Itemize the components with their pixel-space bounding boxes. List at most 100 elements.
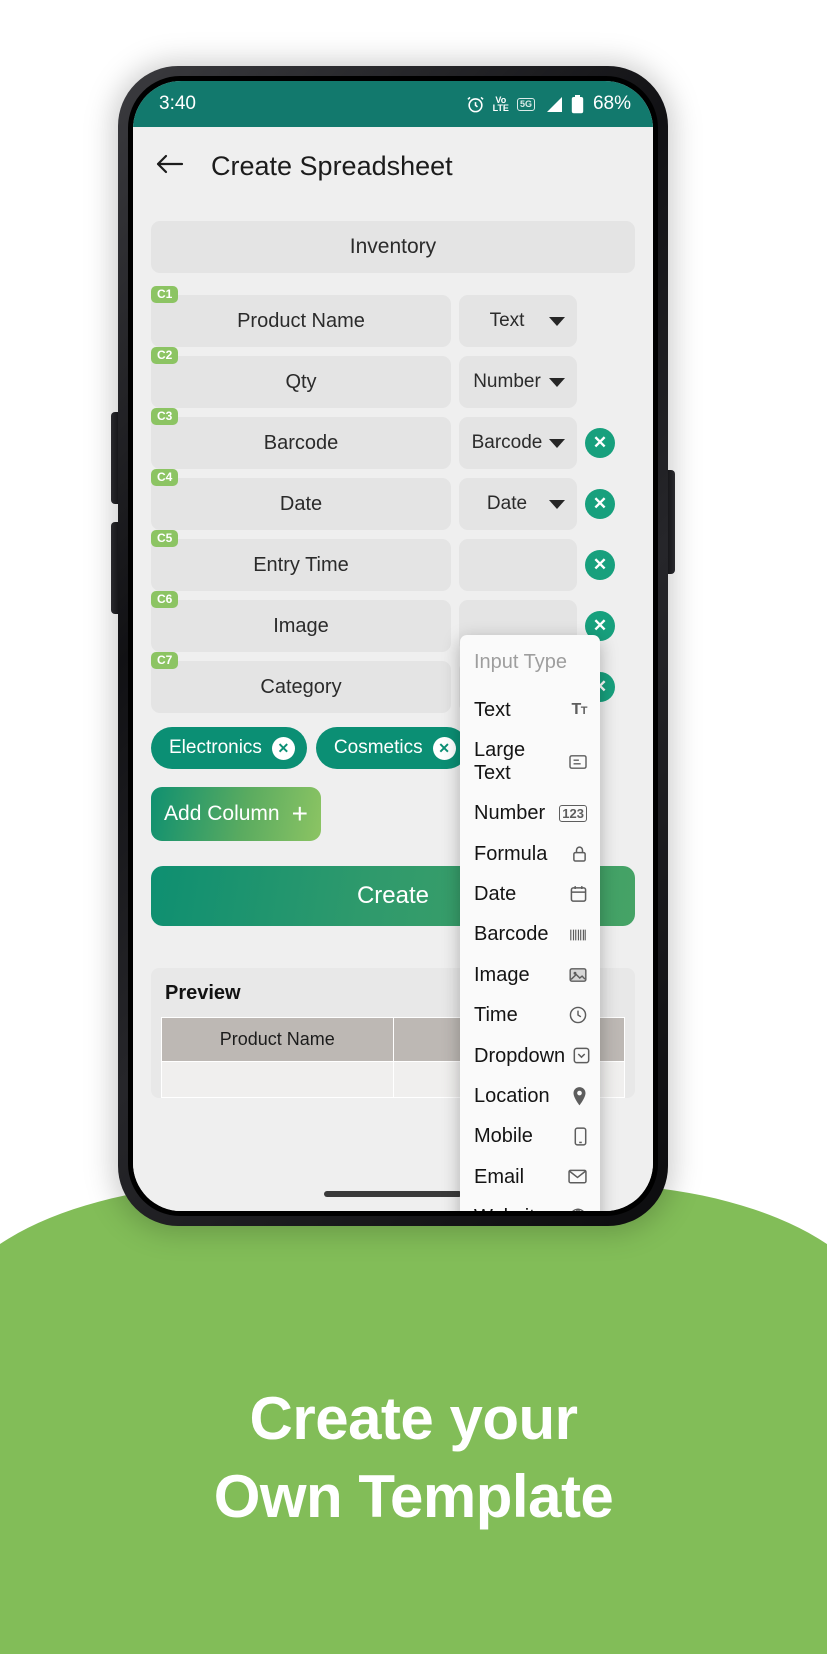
phone-bezel: 3:40 Vo LTE 5G 68% Create Spreadsheet In… <box>128 76 658 1216</box>
dropdown-item-barcode[interactable]: Barcode <box>460 914 600 954</box>
lock-icon <box>572 845 587 863</box>
column-type-select[interactable] <box>459 539 577 591</box>
dropdown-item-label: Email <box>474 1165 525 1188</box>
dropdown-item-location[interactable]: Location <box>460 1076 600 1116</box>
dropdown-item-website[interactable]: Website <box>460 1197 600 1211</box>
column-badge: C6 <box>151 591 179 608</box>
back-arrow-icon[interactable] <box>155 152 185 181</box>
delete-column-button[interactable]: ✕ <box>585 428 615 458</box>
volume-up-button[interactable] <box>111 412 118 504</box>
dropdown-header: Input Type <box>474 651 568 673</box>
column-row: C1 Product Name Text <box>151 286 635 347</box>
dropdown-item-date[interactable]: Date <box>460 874 600 914</box>
column-type-select[interactable]: Date <box>459 478 577 530</box>
plus-icon: + <box>291 798 308 829</box>
phone-screen: 3:40 Vo LTE 5G 68% Create Spreadsheet In… <box>133 81 653 1211</box>
dropdown-item-image[interactable]: Image <box>460 955 600 995</box>
status-bar-time: 3:40 <box>159 93 196 114</box>
remove-chip-icon[interactable]: ✕ <box>271 736 295 760</box>
nav-gesture-bar[interactable] <box>324 1191 462 1197</box>
numeric-123-icon: 123 <box>559 804 587 822</box>
form-content: Inventory C1 Product Name Text C2 Qty Nu… <box>133 205 653 1211</box>
add-column-label: Add Column <box>164 802 280 825</box>
column-type-value: Barcode <box>471 432 543 453</box>
category-chip-label: Cosmetics <box>333 737 423 758</box>
volume-down-button[interactable] <box>111 522 118 614</box>
text-box-icon <box>569 754 587 770</box>
category-chip[interactable]: Cosmetics ✕ <box>315 727 468 769</box>
chevron-down-icon <box>549 377 565 387</box>
column-type-value: Text <box>489 310 525 331</box>
clock-icon <box>569 1006 587 1024</box>
dropdown-item-mobile[interactable]: Mobile <box>460 1116 600 1156</box>
column-name-input[interactable]: Entry Time <box>151 539 451 591</box>
delete-placeholder <box>585 367 615 397</box>
column-type-value: Number <box>473 371 541 392</box>
barcode-icon <box>569 927 587 943</box>
image-icon <box>569 967 587 983</box>
category-chip[interactable]: Electronics ✕ <box>151 727 307 769</box>
promo-text: Create your Own Template <box>0 1380 827 1536</box>
text-format-icon: TT <box>571 701 587 719</box>
column-type-value: Date <box>486 493 528 514</box>
dropdown-item-text[interactable]: Text TT <box>460 690 600 730</box>
dropdown-item-email[interactable]: Email <box>460 1157 600 1197</box>
globe-icon <box>569 1208 587 1211</box>
column-row: C2 Qty Number <box>151 347 635 408</box>
promo-line-2: Own Template <box>213 1463 614 1530</box>
preview-cell <box>161 1061 394 1098</box>
dropdown-item-large-text[interactable]: Large Text <box>460 730 600 793</box>
calendar-icon <box>570 885 587 903</box>
column-row: C3 Barcode Barcode ✕ <box>151 408 635 469</box>
column-name-input[interactable]: Barcode <box>151 417 451 469</box>
dropdown-item-label: Text <box>474 699 511 721</box>
signal-bars-icon <box>543 96 563 113</box>
column-name-input[interactable]: Image <box>151 600 451 652</box>
network-5g-icon: 5G <box>516 97 535 111</box>
column-type-select[interactable]: Text <box>459 295 577 347</box>
dropdown-item-label: Number <box>474 802 546 825</box>
page-title: Create Spreadsheet <box>211 150 453 181</box>
dropdown-item-time[interactable]: Time <box>460 995 600 1035</box>
chevron-down-icon <box>549 438 565 448</box>
volte-icon: Vo LTE <box>492 95 509 113</box>
dropdown-item-label: Formula <box>474 842 548 865</box>
dropdown-item-label: Website <box>474 1206 546 1211</box>
column-name-input[interactable]: Product Name <box>151 295 451 347</box>
promo-line-1: Create your <box>249 1385 578 1452</box>
column-type-select[interactable]: Number <box>459 356 577 408</box>
phone-icon <box>574 1127 587 1146</box>
envelope-icon <box>568 1169 587 1184</box>
column-type-select[interactable]: Barcode <box>459 417 577 469</box>
sheet-name-input[interactable]: Inventory <box>151 221 635 273</box>
dropdown-item-label: Image <box>474 963 530 986</box>
dropdown-item-formula[interactable]: Formula <box>460 834 600 874</box>
dropdown-item-label: Time <box>474 1004 518 1027</box>
column-badge: C3 <box>151 408 179 425</box>
input-type-dropdown[interactable]: Input Type Text TT Large Text Number 123… <box>460 635 600 1211</box>
column-row: C4 Date Date ✕ <box>151 469 635 530</box>
chevron-down-box-icon <box>573 1047 590 1064</box>
column-name-input[interactable]: Date <box>151 478 451 530</box>
delete-column-button[interactable]: ✕ <box>585 550 615 580</box>
column-row: C5 Entry Time ✕ <box>151 530 635 591</box>
column-badge: C2 <box>151 347 179 364</box>
power-button[interactable] <box>668 470 675 574</box>
add-column-button[interactable]: Add Column + <box>151 787 321 841</box>
delete-column-button[interactable]: ✕ <box>585 489 615 519</box>
status-bar: 3:40 Vo LTE 5G 68% <box>133 81 653 127</box>
category-chip-label: Electronics <box>169 737 262 758</box>
column-badge: C5 <box>151 530 179 547</box>
dropdown-item-dropdown[interactable]: Dropdown <box>460 1036 600 1076</box>
battery-icon <box>571 94 584 114</box>
column-name-input[interactable]: Qty <box>151 356 451 408</box>
column-badge: C1 <box>151 286 179 303</box>
dropdown-item-number[interactable]: Number 123 <box>460 793 600 833</box>
chevron-down-icon <box>549 316 565 326</box>
remove-chip-icon[interactable]: ✕ <box>432 736 456 760</box>
preview-column-header: Product Name <box>161 1017 394 1062</box>
status-bar-icons: Vo LTE 5G 68% <box>466 93 631 115</box>
dropdown-item-label: Large Text <box>474 739 526 784</box>
column-name-input[interactable]: Category <box>151 661 451 713</box>
battery-percent: 68% <box>592 93 631 114</box>
